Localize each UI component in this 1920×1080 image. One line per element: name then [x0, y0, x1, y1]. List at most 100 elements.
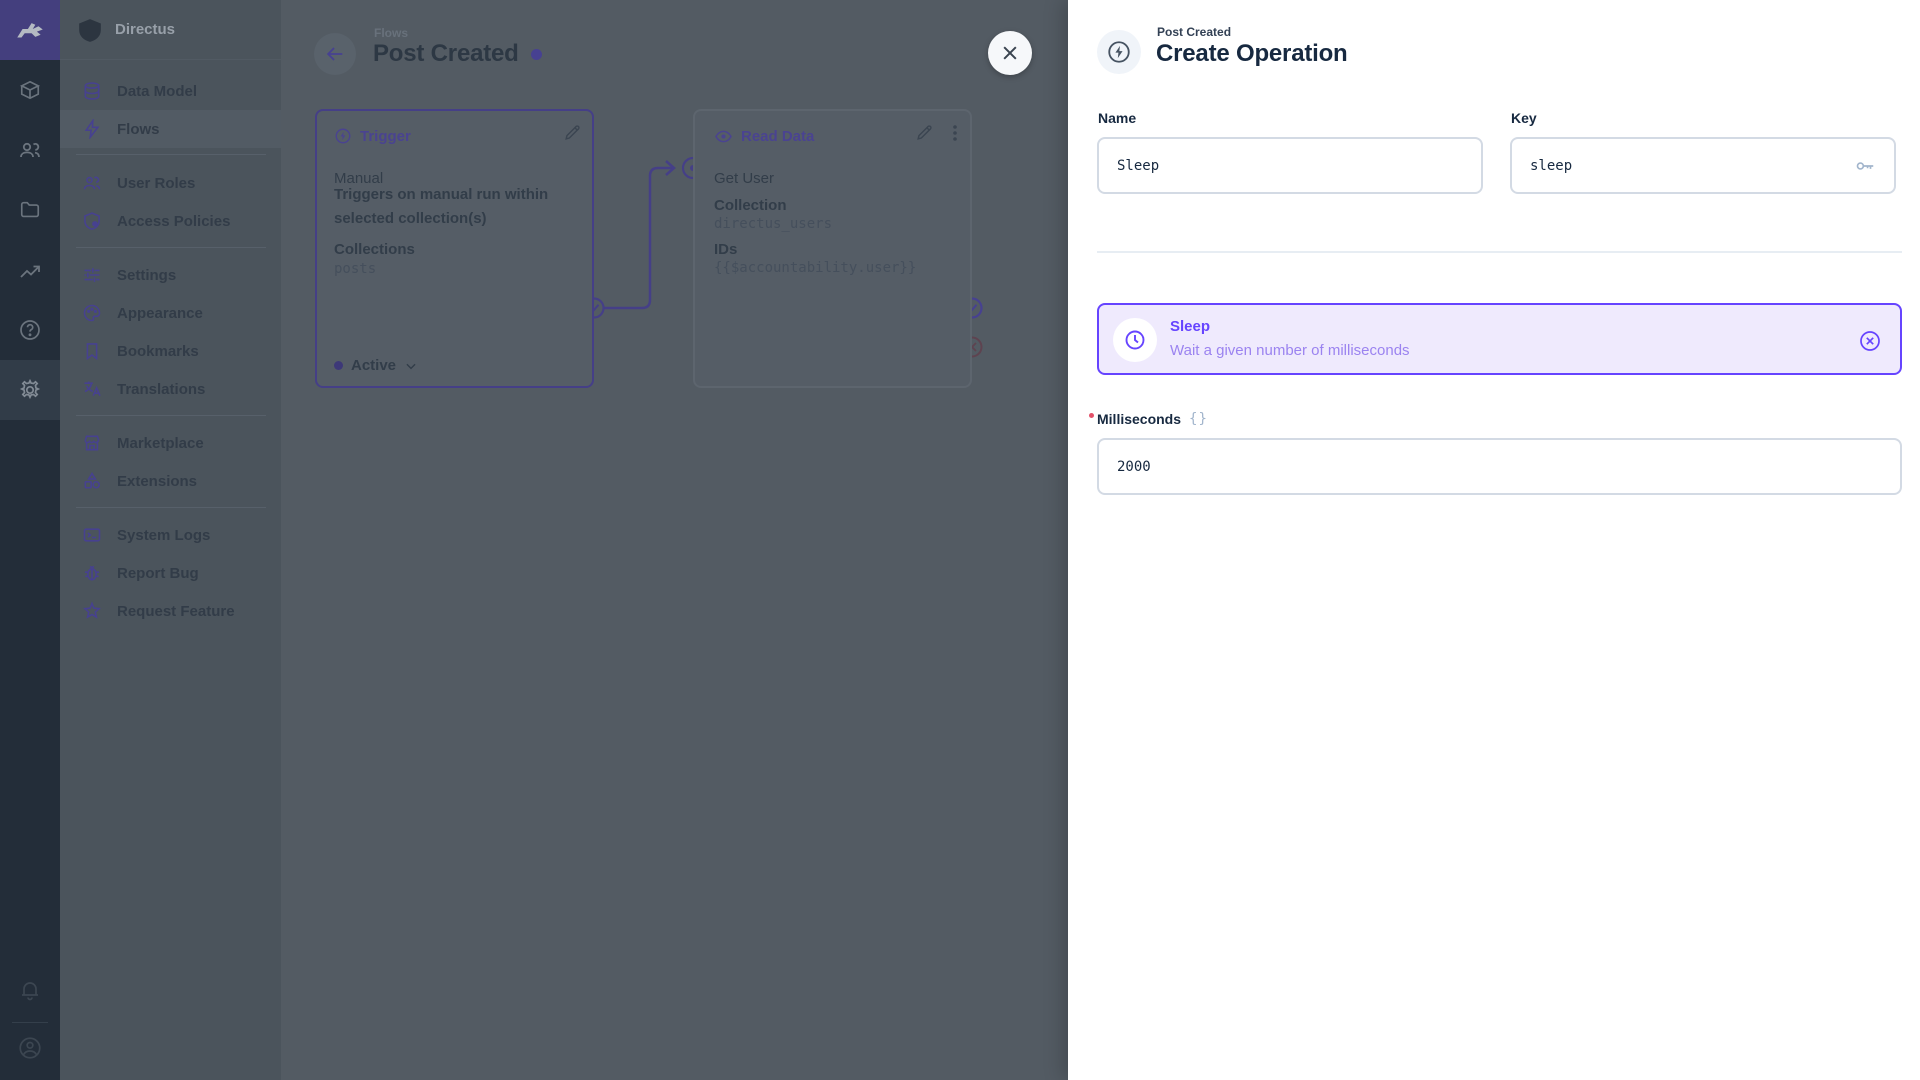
panel-title: Trigger — [360, 127, 411, 145]
milliseconds-input[interactable] — [1097, 438, 1902, 495]
nav-divider — [76, 154, 266, 155]
project-header[interactable]: Directus — [60, 0, 281, 60]
settings-navigation: Directus Data Model Flows User Roles Acc… — [60, 0, 281, 1080]
breadcrumb[interactable]: Flows — [374, 26, 408, 40]
nav-label: User Roles — [117, 174, 196, 192]
operation-menu-kebab-icon[interactable] — [947, 123, 963, 143]
terminal-icon — [82, 525, 102, 545]
policy-shield-icon — [82, 211, 102, 231]
nav-divider — [76, 247, 266, 248]
palette-icon — [82, 303, 102, 323]
bug-icon — [82, 563, 102, 583]
nav-label: Marketplace — [117, 434, 204, 452]
nav-label: System Logs — [117, 526, 211, 544]
nav-item-user-roles[interactable]: User Roles — [60, 164, 281, 202]
nav-label: Report Bug — [117, 564, 199, 582]
nav-item-data-model[interactable]: Data Model — [60, 72, 281, 110]
flow-status-toggle[interactable]: Active — [334, 357, 418, 374]
arrow-left-icon — [326, 47, 343, 61]
chevron-down-icon — [406, 363, 416, 369]
directus-logo[interactable] — [0, 0, 60, 60]
nav-label: Access Policies — [117, 212, 231, 230]
module-content-icon[interactable] — [0, 60, 60, 120]
name-field-label: Name — [1098, 110, 1137, 126]
deselect-operation-icon[interactable] — [1858, 329, 1882, 353]
raw-value-braces-icon[interactable]: {} — [1189, 411, 1208, 427]
nav-item-system-logs[interactable]: System Logs — [60, 516, 281, 554]
account-avatar-icon[interactable] — [0, 1018, 60, 1078]
operation-panel-read-data[interactable]: Read Data Get User Collection directus_u… — [693, 109, 972, 388]
nav-item-settings[interactable]: Settings — [60, 256, 281, 294]
trigger-panel[interactable]: Trigger Manual Triggers on manual run wi… — [315, 109, 594, 388]
back-button[interactable] — [314, 33, 356, 75]
nav-divider — [76, 507, 266, 508]
drawer-breadcrumb: Post Created — [1157, 25, 1232, 39]
edit-operation-icon[interactable] — [915, 123, 935, 143]
nav-label: Translations — [117, 380, 206, 398]
nav-item-request-feature[interactable]: Request Feature — [60, 592, 281, 630]
tune-sliders-icon — [82, 265, 102, 285]
bookmark-icon — [82, 341, 102, 361]
operation-panel-header: Read Data — [714, 127, 814, 146]
project-shield-icon — [77, 17, 103, 43]
trigger-panel-header: Trigger — [334, 127, 411, 145]
milliseconds-label: Milliseconds — [1097, 411, 1182, 427]
close-icon — [1003, 46, 1017, 60]
section-divider — [1097, 251, 1902, 253]
operation-name: Get User — [714, 170, 775, 187]
nav-label: Bookmarks — [117, 342, 199, 360]
operation-bolt-icon — [1097, 30, 1141, 74]
nav-item-translations[interactable]: Translations — [60, 370, 281, 408]
notifications-bell-icon[interactable] — [0, 960, 60, 1020]
key-input[interactable] — [1510, 137, 1896, 194]
module-bar — [0, 0, 60, 1080]
nav-item-appearance[interactable]: Appearance — [60, 294, 281, 332]
active-status-label: Active — [351, 357, 397, 374]
flow-canvas: Flows Post Created Trigger Manual Trigge… — [281, 0, 1068, 1080]
page-title: Post Created — [373, 40, 519, 67]
key-field-label: Key — [1511, 110, 1537, 126]
database-icon — [82, 81, 102, 101]
ids-value: {{$accountability.user}} — [714, 260, 917, 276]
nav-item-marketplace[interactable]: Marketplace — [60, 424, 281, 462]
close-drawer-button[interactable] — [988, 31, 1032, 75]
nav-item-access-policies[interactable]: Access Policies — [60, 202, 281, 240]
flow-status-dot — [531, 49, 542, 60]
collection-value: directus_users — [714, 216, 833, 232]
module-users-icon[interactable] — [0, 120, 60, 180]
module-settings-icon[interactable] — [0, 360, 60, 420]
nav-label: Settings — [117, 266, 177, 284]
rabbit-logo-icon — [17, 23, 43, 38]
module-help-icon[interactable] — [0, 300, 60, 360]
storefront-icon — [82, 433, 102, 453]
nav-item-bookmarks[interactable]: Bookmarks — [60, 332, 281, 370]
panel-title: Read Data — [741, 128, 815, 145]
required-indicator — [1089, 412, 1094, 418]
edit-trigger-icon[interactable] — [563, 123, 583, 143]
collection-label: Collection — [714, 197, 787, 214]
nav-divider — [76, 415, 266, 416]
active-status-dot — [334, 361, 343, 370]
nav-item-flows[interactable]: Flows — [60, 110, 281, 148]
selected-operation-description: Wait a given number of milliseconds — [1170, 342, 1410, 359]
user-roles-icon — [82, 173, 102, 193]
create-operation-drawer: Post Created Create Operation Name T Key… — [1068, 0, 1920, 1080]
bolt-icon — [82, 119, 102, 139]
nav-label: Data Model — [117, 82, 198, 100]
trigger-description: Triggers on manual run within selected c… — [334, 186, 549, 227]
collections-value: posts — [334, 261, 377, 277]
nav-item-report-bug[interactable]: Report Bug — [60, 554, 281, 592]
bolt-circle-icon — [335, 128, 351, 144]
milliseconds-label-row: Milliseconds {} — [1089, 411, 1208, 427]
nav-item-extensions[interactable]: Extensions — [60, 462, 281, 500]
name-input[interactable] — [1097, 137, 1483, 194]
extension-icon — [82, 471, 102, 491]
module-insights-icon[interactable] — [0, 243, 60, 303]
module-files-icon[interactable] — [0, 180, 60, 240]
sleep-clock-icon — [1113, 318, 1157, 362]
nav-label: Request Feature — [117, 602, 235, 620]
selected-operation-banner[interactable]: Sleep Wait a given number of millisecond… — [1097, 303, 1902, 375]
nav-label: Extensions — [117, 472, 198, 490]
ids-label: IDs — [714, 241, 738, 258]
nav-label: Appearance — [117, 304, 203, 322]
